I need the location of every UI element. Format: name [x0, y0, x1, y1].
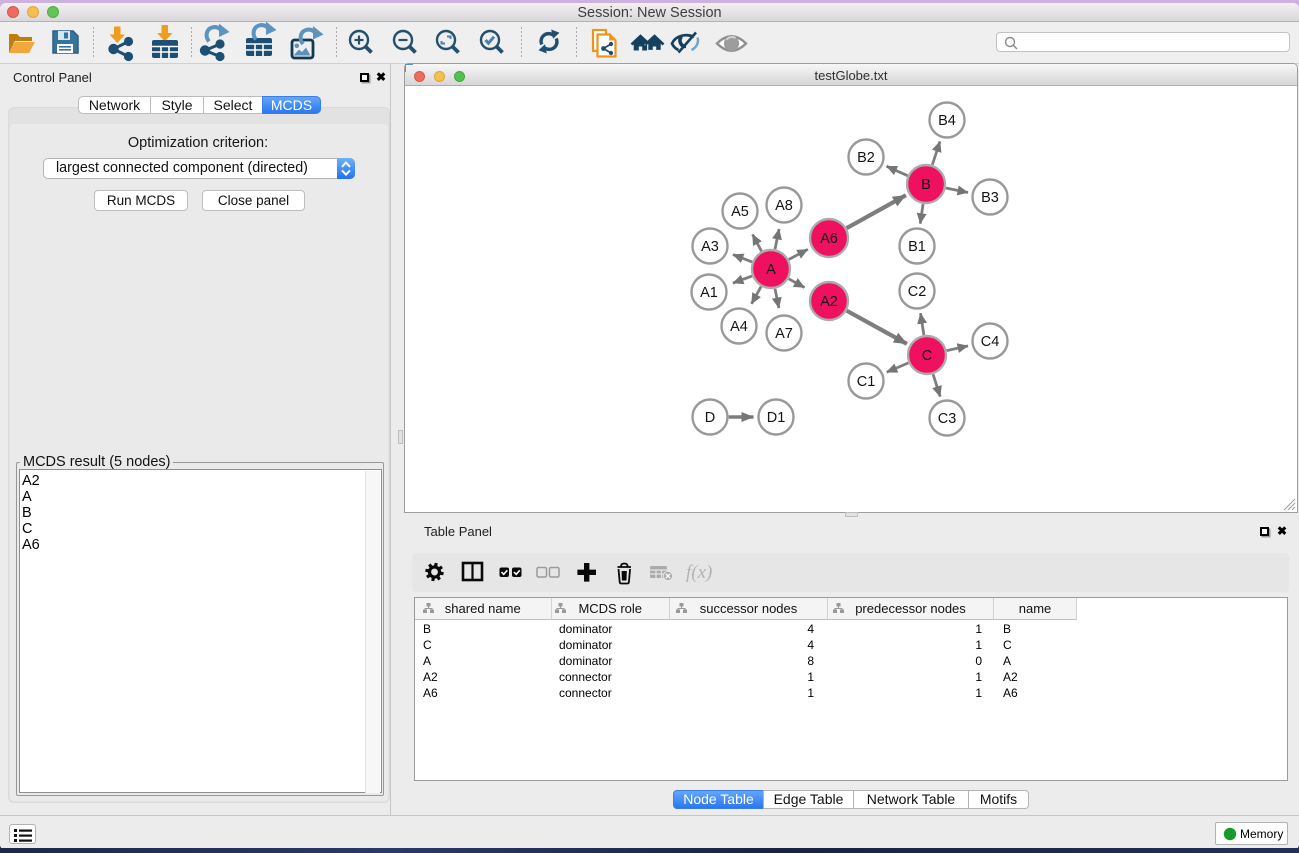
svg-text:C4: C4: [981, 334, 1000, 350]
svg-text:D: D: [705, 410, 715, 426]
svg-text:B2: B2: [857, 150, 875, 166]
svg-text:C3: C3: [938, 411, 957, 427]
svg-text:A2: A2: [820, 294, 838, 310]
svg-text:A7: A7: [775, 326, 793, 342]
svg-text:f(x): f(x): [686, 562, 712, 583]
svg-text:C2: C2: [908, 284, 927, 300]
svg-text:B4: B4: [938, 113, 956, 129]
svg-text:A: A: [766, 262, 776, 278]
svg-text:C1: C1: [857, 374, 876, 390]
svg-text:B1: B1: [908, 239, 926, 255]
svg-text:A4: A4: [730, 319, 748, 335]
svg-text:B3: B3: [981, 190, 999, 206]
svg-text:A1: A1: [700, 285, 718, 301]
svg-text:A3: A3: [701, 239, 719, 255]
svg-text:A6: A6: [820, 231, 838, 247]
svg-text:B: B: [921, 177, 931, 193]
svg-text:A5: A5: [731, 204, 749, 220]
svg-text:C: C: [922, 348, 932, 364]
svg-text:A8: A8: [775, 198, 793, 214]
svg-text:D1: D1: [767, 410, 786, 426]
